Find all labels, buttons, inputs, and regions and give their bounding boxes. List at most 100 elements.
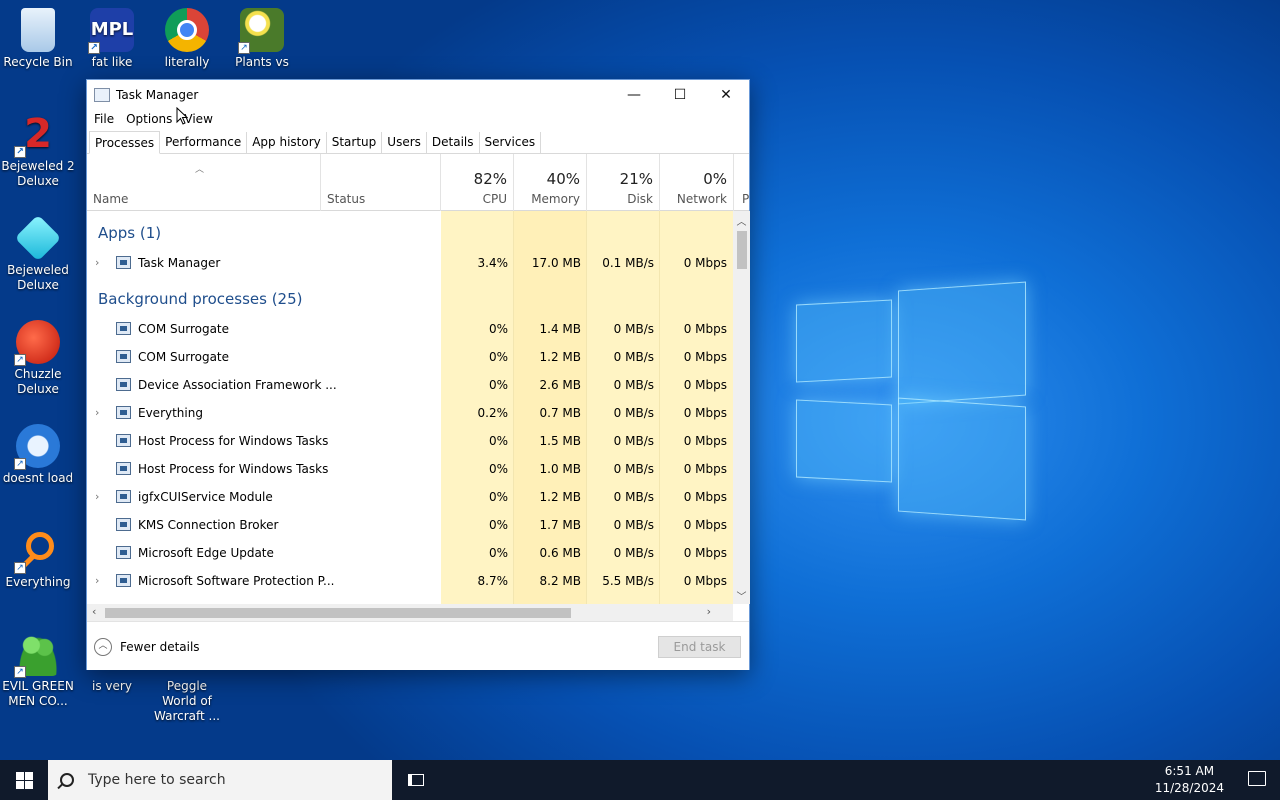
process-row[interactable]: Host Process for Windows Tasks 0% 1.5 MB 0 … xyxy=(87,427,733,455)
desktop-icon-label: Recycle Bin xyxy=(3,55,73,69)
task-manager-icon xyxy=(94,87,110,102)
process-network: 0 Mbps xyxy=(683,256,727,270)
expand-chevron-icon[interactable]: › xyxy=(95,483,99,511)
maximize-button[interactable]: ☐ xyxy=(657,80,703,109)
column-memory[interactable]: 40% Memory xyxy=(514,154,587,211)
horizontal-scroll-thumb[interactable] xyxy=(105,608,571,618)
tab-startup[interactable]: Startup xyxy=(327,132,383,153)
scroll-down-icon[interactable]: ﹀ xyxy=(733,588,750,603)
process-network: 0 Mbps xyxy=(683,406,727,420)
group-apps[interactable]: Apps (1) xyxy=(98,224,161,242)
taskbar-search-box[interactable]: Type here to search xyxy=(48,760,392,800)
menu-view[interactable]: View xyxy=(184,112,212,126)
windows-start-icon xyxy=(15,771,33,789)
minimize-button[interactable]: — xyxy=(611,80,657,109)
memory-label: Memory xyxy=(531,192,580,206)
process-row[interactable]: › Microsoft Software Protection P... 8.7% 8… xyxy=(87,567,733,595)
column-disk[interactable]: 21% Disk xyxy=(587,154,660,211)
end-task-button[interactable]: End task xyxy=(658,636,741,658)
process-memory: 1.2 MB xyxy=(539,350,581,364)
memory-percent: 40% xyxy=(546,170,580,188)
network-label: Network xyxy=(676,192,727,206)
group-background[interactable]: Background processes (25) xyxy=(98,290,303,308)
tab-services[interactable]: Services xyxy=(480,132,542,153)
process-row[interactable]: COM Surrogate 0% 1.2 MB 0 MB/s 0 Mbps xyxy=(87,343,733,371)
process-row[interactable]: Host Process for Windows Tasks 0% 1.0 MB 0 … xyxy=(87,455,733,483)
process-memory: 1.4 MB xyxy=(539,322,581,336)
desktop-icon-bejeweled-2[interactable]: 2 ↗ Bejeweled 2 Deluxe xyxy=(0,112,76,189)
plants-vs-zombies-icon: ↗ xyxy=(238,8,284,54)
tab-users[interactable]: Users xyxy=(382,132,427,153)
expand-chevron-icon[interactable]: › xyxy=(95,249,99,277)
process-row[interactable]: KMS Connection Broker 0% 1.7 MB 0 MB/s 0 Mbp… xyxy=(87,511,733,539)
task-view-button[interactable] xyxy=(392,760,440,800)
process-disk: 0 MB/s xyxy=(613,434,654,448)
process-row[interactable]: › Task Manager 3.4% 17.0 MB 0.1 MB/s 0 Mbps xyxy=(87,249,733,277)
vertical-scrollbar[interactable]: ︿ ﹀ xyxy=(733,211,750,604)
process-icon xyxy=(116,518,131,531)
menu-options[interactable]: Options xyxy=(126,112,172,126)
desktop-icon-chrome[interactable]: literally xyxy=(149,8,225,78)
process-memory: 1.7 MB xyxy=(539,518,581,532)
expand-chevron-icon[interactable]: › xyxy=(95,399,99,427)
tab-app-history[interactable]: App history xyxy=(247,132,327,153)
desktop-icon-bejeweled[interactable]: Bejeweled Deluxe xyxy=(0,214,76,293)
desktop-icon-thunderbird[interactable]: ↗ doesnt load xyxy=(0,424,76,486)
process-icon xyxy=(116,462,131,475)
tab-strip: Processes Performance App history Startu… xyxy=(87,129,749,154)
process-icon xyxy=(116,490,131,503)
menu-file[interactable]: File xyxy=(94,112,114,126)
desktop-icon-label: EVIL GREEN MEN CO... xyxy=(2,679,74,708)
process-memory: 1.0 MB xyxy=(539,462,581,476)
column-status[interactable]: Status xyxy=(321,154,441,211)
taskbar: Type here to search 6:51 AM 11/28/2024 xyxy=(0,760,1280,800)
mpl-app-icon: MPL ↗ xyxy=(88,8,134,54)
system-clock[interactable]: 6:51 AM 11/28/2024 xyxy=(1155,763,1224,797)
mouse-cursor-icon xyxy=(176,107,188,125)
column-cpu[interactable]: 82% CPU xyxy=(441,154,514,211)
process-memory: 0.6 MB xyxy=(539,546,581,560)
desktop-icon-recycle-bin[interactable]: Recycle Bin xyxy=(0,8,76,70)
process-name: Microsoft Software Protection P... xyxy=(138,574,335,588)
process-cpu: 0.2% xyxy=(477,406,509,420)
process-disk: 0 MB/s xyxy=(613,378,654,392)
desktop-icon-label: literally xyxy=(164,55,210,69)
process-row[interactable]: Device Association Framework ... 0% 2.6 MB… xyxy=(87,371,733,399)
desktop-icon-plants-vs[interactable]: ↗ Plants vs xyxy=(224,8,300,78)
desktop-icon-label: Everything xyxy=(5,575,71,589)
process-row[interactable]: › igfxCUIService Module 0% 1.2 MB 0 MB/s 0 Mb… xyxy=(87,483,733,511)
process-network: 0 Mbps xyxy=(683,490,727,504)
process-row[interactable]: COM Surrogate 0% 1.4 MB 0 MB/s 0 Mbps xyxy=(87,315,733,343)
column-power[interactable]: P xyxy=(734,154,749,211)
desktop-icon-evil-green-men[interactable]: ↗ EVIL GREEN MEN CO... xyxy=(0,632,76,709)
process-row[interactable]: Microsoft Edge Update 0% 0.6 MB 0 MB/s 0 Mbp… xyxy=(87,539,733,567)
process-cpu: 0% xyxy=(488,378,508,392)
disk-percent: 21% xyxy=(619,170,653,188)
process-cpu: 8.7% xyxy=(477,574,509,588)
scroll-left-icon[interactable]: ‹ xyxy=(92,605,96,618)
notification-center-icon[interactable] xyxy=(1248,771,1266,786)
desktop-icon-chuzzle[interactable]: ↗ Chuzzle Deluxe xyxy=(0,320,76,397)
column-name[interactable]: Name xyxy=(87,154,321,211)
tab-details[interactable]: Details xyxy=(427,132,480,153)
disk-label: Disk xyxy=(627,192,653,206)
column-network[interactable]: 0% Network xyxy=(660,154,734,211)
title-bar[interactable]: Task Manager — ☐ ✕ xyxy=(87,80,749,109)
expand-chevron-icon[interactable]: › xyxy=(95,567,99,595)
process-name: Microsoft Edge Update xyxy=(138,546,274,560)
fewer-details-button[interactable]: ︿ Fewer details xyxy=(94,638,200,656)
desktop-icon-mpl[interactable]: MPL ↗ fat like xyxy=(74,8,150,78)
horizontal-scrollbar[interactable]: ‹ › xyxy=(87,604,733,621)
desktop-icon-everything[interactable]: ↗ Everything xyxy=(0,528,76,590)
scroll-right-icon[interactable]: › xyxy=(707,605,711,618)
process-row[interactable]: › Everything 0.2% 0.7 MB 0 MB/s 0 Mbps xyxy=(87,399,733,427)
process-disk: 0 MB/s xyxy=(613,518,654,532)
close-button[interactable]: ✕ xyxy=(703,80,749,109)
scroll-up-icon[interactable]: ︿ xyxy=(733,213,750,228)
process-name: igfxCUIService Module xyxy=(138,490,273,504)
tab-performance[interactable]: Performance xyxy=(160,132,248,153)
start-button[interactable] xyxy=(0,760,48,800)
vertical-scroll-thumb[interactable] xyxy=(737,231,747,269)
process-name: KMS Connection Broker xyxy=(138,518,279,532)
tab-processes[interactable]: Processes xyxy=(89,131,161,154)
